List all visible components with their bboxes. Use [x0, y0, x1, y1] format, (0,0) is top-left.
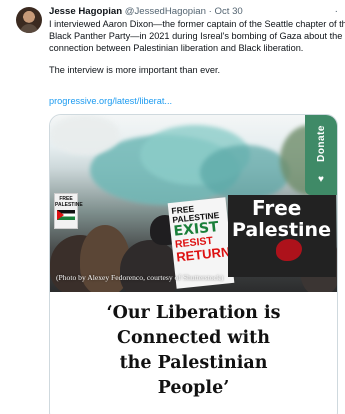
palestine-flag-icon [57, 210, 75, 220]
photo-credit: (Photo by Alexey Fedorenco, courtesy of … [56, 273, 224, 282]
more-horizontal-icon[interactable]: · [335, 5, 339, 19]
donate-button[interactable]: Donate ♥ [305, 115, 337, 195]
link-card[interactable]: FREE PALESTINE FREE PALESTINE EXIST RESI… [49, 114, 338, 414]
author-name[interactable]: Jesse Hagopian [49, 6, 122, 17]
protest-sign-black: Free Palestine [228, 195, 336, 277]
tweet-text-line: I interviewed Aaron Dixon—the former cap… [49, 19, 345, 29]
headline-line: ‘Our Liberation is [106, 303, 281, 323]
tweet-text-line: The interview is more important than eve… [49, 65, 221, 75]
heart-icon: ♥ [318, 173, 324, 185]
sign-text: RETURN [175, 244, 232, 265]
sign-text: Free [252, 196, 302, 220]
headline-line: Connected with [117, 328, 270, 348]
sign-text: Palestine [232, 219, 331, 241]
tweet-header: Jesse Hagopian @JessedHagopian · Oct 30 … [49, 5, 339, 19]
tweet-date[interactable]: Oct 30 [215, 6, 243, 17]
avatar[interactable] [16, 7, 42, 33]
headline-line: the Palestinian [119, 353, 268, 373]
separator: · [208, 6, 212, 17]
author-handle[interactable]: @JessedHagopian [125, 6, 206, 17]
card-headline[interactable]: ‘Our Liberation is Connected with the Pa… [50, 301, 337, 401]
sign-text: FREE PALESTINE [55, 196, 83, 208]
donate-label: Donate [315, 125, 327, 163]
article-link[interactable]: progressive.org/latest/liberat... [49, 95, 172, 107]
tweet[interactable]: Jesse Hagopian @JessedHagopian · Oct 30 … [0, 0, 345, 414]
tweet-text-line: connection between Palestinian liberatio… [49, 43, 304, 53]
tweet-text: I interviewed Aaron Dixon—the former cap… [49, 18, 345, 76]
card-photo[interactable]: FREE PALESTINE FREE PALESTINE EXIST RESI… [50, 115, 337, 292]
tweet-text-line: Black Panther Party—in 2021 during Isrea… [49, 31, 343, 41]
red-splatter [276, 239, 302, 261]
headline-line: People’ [157, 378, 230, 398]
protest-sign-small: FREE PALESTINE [54, 193, 83, 229]
